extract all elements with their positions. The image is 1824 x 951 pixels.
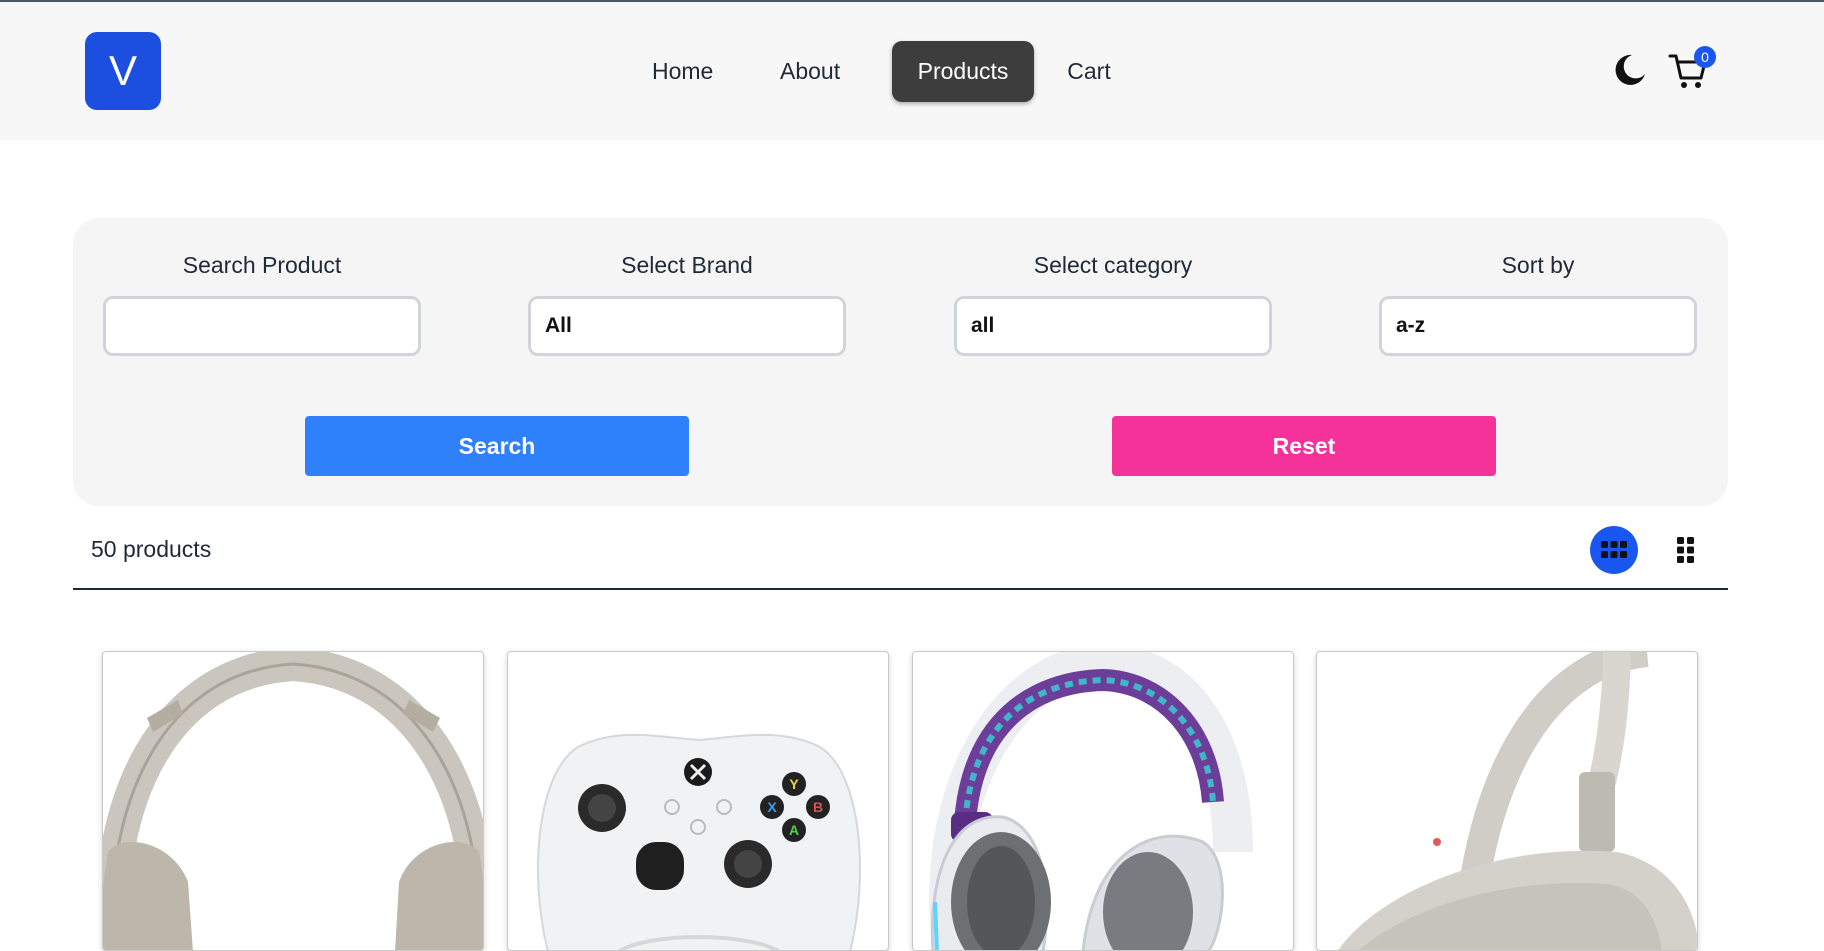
search-button[interactable]: Search	[305, 416, 689, 476]
product-image-gaming-headset-icon	[929, 652, 1253, 950]
main-nav: Home About Products Cart	[628, 41, 1144, 102]
cart-count-badge: 0	[1694, 46, 1716, 68]
navbar: V Home About Products Cart 0	[0, 2, 1824, 140]
category-field: Select category all	[954, 252, 1272, 356]
nav-home[interactable]: Home	[628, 41, 756, 102]
logo[interactable]: V	[85, 32, 161, 110]
nav-about[interactable]: About	[756, 41, 892, 102]
results-bar: 50 products	[73, 520, 1728, 590]
category-label: Select category	[1033, 252, 1193, 278]
moon-icon[interactable]	[1612, 52, 1648, 88]
product-card[interactable]	[1316, 651, 1698, 951]
reset-button[interactable]: Reset	[1112, 416, 1496, 476]
sort-select[interactable]: a-z	[1379, 296, 1697, 356]
product-image-headphones-icon	[103, 652, 483, 950]
svg-text:B: B	[813, 799, 823, 815]
search-product-field: Search Product	[103, 252, 421, 356]
svg-text:A: A	[789, 822, 799, 838]
grid-view-icon	[1601, 541, 1627, 558]
product-card[interactable]	[102, 651, 484, 951]
search-input[interactable]	[103, 296, 421, 356]
brand-field: Select Brand All	[528, 252, 846, 356]
nav-cart[interactable]: Cart	[1034, 41, 1144, 102]
compact-grid-view-icon	[1677, 537, 1694, 563]
search-product-label: Search Product	[182, 252, 342, 278]
nav-products[interactable]: Products	[892, 41, 1034, 102]
brand-select[interactable]: All	[528, 296, 846, 356]
brand-label: Select Brand	[621, 252, 753, 278]
logo-letter: V	[108, 47, 137, 94]
product-card[interactable]	[912, 651, 1294, 951]
product-count: 50 products	[91, 536, 212, 562]
svg-text:X: X	[767, 799, 777, 815]
filter-panel: Search Product Select Brand All Select c…	[73, 218, 1728, 506]
grid-view-button[interactable]	[1590, 526, 1638, 574]
sort-label: Sort by	[1501, 252, 1575, 278]
compact-grid-view-button[interactable]	[1662, 526, 1710, 574]
product-image-controller-icon: Y X B A	[537, 733, 861, 950]
category-select[interactable]: all	[954, 296, 1272, 356]
product-image-headphones-icon	[1338, 652, 1697, 950]
product-card[interactable]: Y X B A	[507, 651, 889, 951]
sort-field: Sort by a-z	[1379, 252, 1697, 356]
svg-text:Y: Y	[789, 776, 799, 792]
